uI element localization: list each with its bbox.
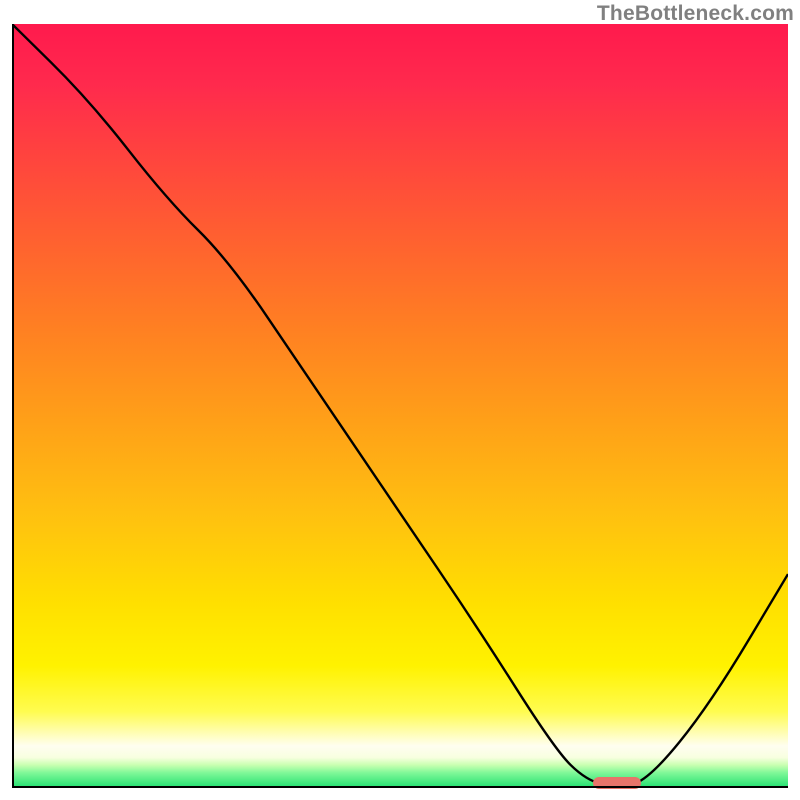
chart-container: TheBottleneck.com — [0, 0, 800, 800]
y-axis — [12, 24, 14, 788]
plot-background — [12, 24, 788, 788]
watermark-text: TheBottleneck.com — [597, 2, 794, 26]
x-axis — [12, 786, 788, 788]
